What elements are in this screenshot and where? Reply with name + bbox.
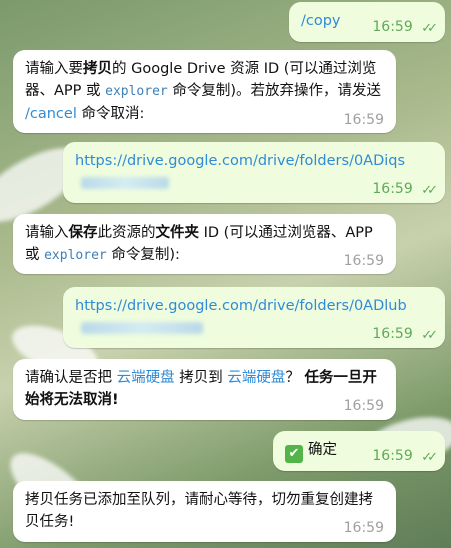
double-check-icon: ✓✓	[421, 450, 438, 465]
timestamp: 16:59	[372, 448, 413, 464]
incoming-message-destination-prompt: 请输入保存此资源的文件夹 ID (可以通过浏览器、APP 或 explorer …	[13, 214, 396, 274]
timestamp: 16:59	[372, 19, 413, 35]
message-meta: 16:59	[344, 395, 384, 417]
outgoing-message-source-url: https://drive.google.com/drive/folders/0…	[63, 142, 445, 203]
timestamp: 16:59	[343, 398, 384, 414]
message-meta: 16:59	[344, 517, 384, 539]
outgoing-message-copy-command: /copy 16:59 ✓✓	[289, 2, 445, 42]
redacted-text	[81, 177, 169, 189]
message-meta: 16:59	[344, 109, 384, 131]
timestamp: 16:59	[343, 253, 384, 269]
destination-drive-name: 云端硬盘	[227, 370, 286, 386]
destination-url-link[interactable]: https://drive.google.com/drive/folders/0…	[75, 298, 407, 314]
message-meta: 16:59 ✓✓	[372, 445, 438, 468]
message-meta: 16:59 ✓✓	[372, 178, 438, 201]
confirm-text: 确定	[308, 442, 337, 458]
double-check-icon: ✓✓	[421, 21, 438, 36]
incoming-message-task-queued: 拷贝任务已添加至队列，请耐心等待，切勿重复创建拷贝任务! 16:59	[13, 481, 396, 542]
incoming-message-source-prompt: 请输入要拷贝的 Google Drive 资源 ID (可以通过浏览器、APP …	[13, 50, 396, 133]
outgoing-message-destination-url: https://drive.google.com/drive/folders/0…	[63, 287, 445, 348]
command-text[interactable]: /copy	[301, 13, 341, 29]
redacted-text	[81, 322, 203, 334]
message-meta: 16:59 ✓✓	[372, 323, 438, 346]
double-check-icon: ✓✓	[421, 183, 438, 198]
explorer-code: explorer	[44, 248, 107, 263]
message-meta: 16:59 ✓✓	[372, 16, 438, 39]
timestamp: 16:59	[372, 181, 413, 197]
incoming-message-confirm-prompt: 请确认是否把 云端硬盘 拷贝到 云端硬盘？ 任务一旦开始将无法取消! 16:59	[13, 359, 396, 420]
explorer-code: explorer	[105, 84, 168, 99]
timestamp: 16:59	[372, 326, 413, 342]
timestamp: 16:59	[343, 112, 384, 128]
source-url-link[interactable]: https://drive.google.com/drive/folders/0…	[75, 153, 405, 169]
double-check-icon: ✓✓	[421, 328, 438, 343]
message-meta: 16:59	[344, 250, 384, 272]
check-mark-emoji: ✔	[285, 445, 303, 463]
outgoing-message-confirm: ✔ 确定 16:59 ✓✓	[273, 431, 445, 471]
timestamp: 16:59	[343, 520, 384, 536]
cancel-command-link[interactable]: /cancel	[25, 106, 77, 122]
source-drive-name: 云端硬盘	[116, 370, 175, 386]
